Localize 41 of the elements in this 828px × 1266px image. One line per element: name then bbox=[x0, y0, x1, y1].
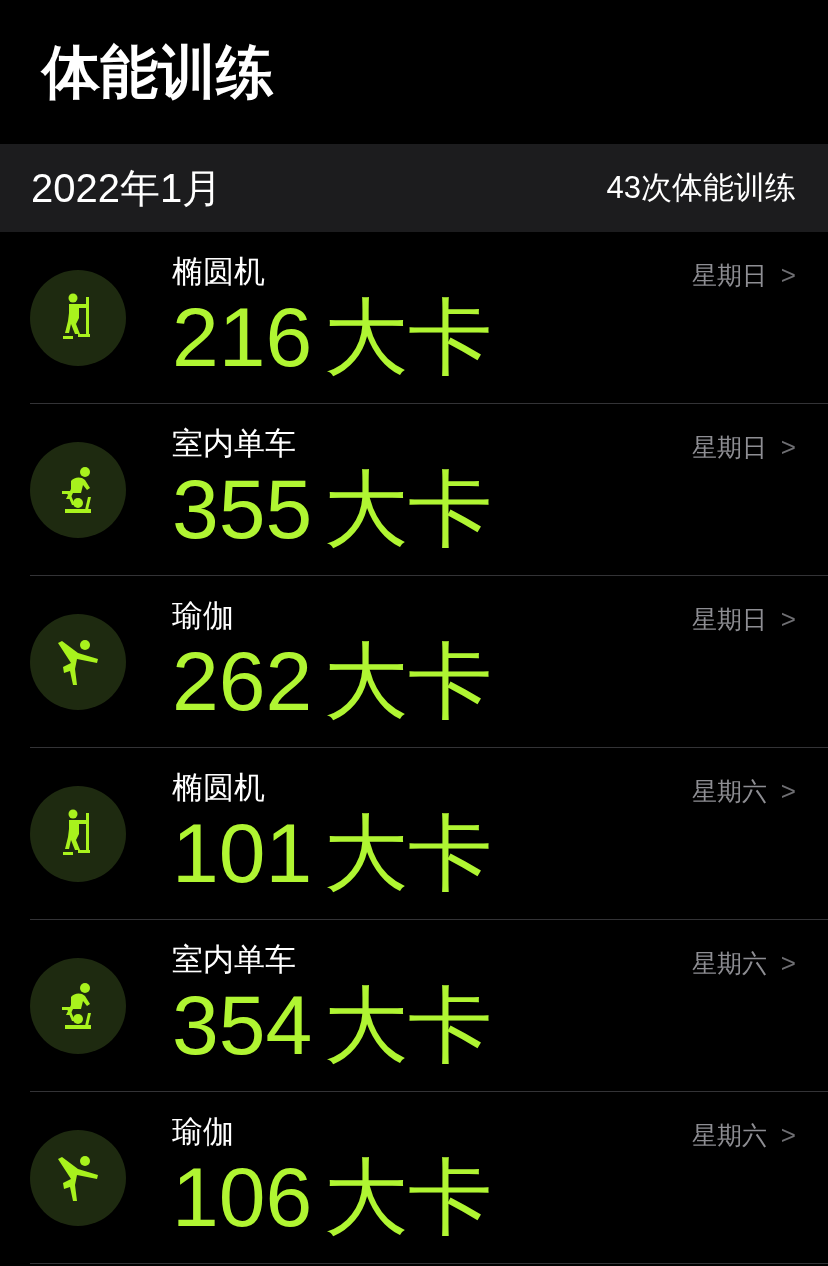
workout-row[interactable]: 瑜伽 262 大卡 星期日 > bbox=[30, 576, 828, 748]
chevron-icon: > bbox=[780, 256, 796, 295]
day-label: 星期日 bbox=[691, 603, 767, 635]
calorie-value: 355 bbox=[172, 464, 313, 554]
yoga-pose-icon bbox=[57, 1155, 99, 1201]
chevron-icon: > bbox=[780, 428, 796, 467]
calorie-unit: 大卡 bbox=[324, 292, 493, 382]
chevron-icon: > bbox=[780, 1116, 796, 1155]
workout-row[interactable]: 椭圆机 101 大卡 星期六 > bbox=[30, 748, 828, 920]
workout-name: 椭圆机 bbox=[172, 769, 266, 807]
calorie-value: 216 bbox=[172, 292, 313, 382]
chevron-icon: > bbox=[780, 600, 796, 639]
workout-name: 椭圆机 bbox=[172, 253, 266, 291]
yoga-pose-icon bbox=[57, 639, 99, 685]
workout-name: 瑜伽 bbox=[172, 1113, 235, 1151]
calorie-value: 262 bbox=[172, 636, 313, 726]
workout-row[interactable]: 室内单车 354 大卡 星期六 > bbox=[30, 920, 828, 1092]
workout-count: 43次体能训练 bbox=[606, 168, 796, 207]
day-label: 星期六 bbox=[691, 1119, 767, 1151]
workout-row[interactable]: 室内单车 355 大卡 星期日 > bbox=[30, 404, 828, 576]
calorie-unit: 大卡 bbox=[324, 636, 493, 726]
day-label: 星期六 bbox=[691, 947, 767, 979]
workout-name: 瑜伽 bbox=[172, 597, 235, 635]
calorie-unit: 大卡 bbox=[324, 980, 493, 1070]
chevron-icon: > bbox=[780, 944, 796, 983]
workout-name: 室内单车 bbox=[172, 941, 297, 979]
chevron-icon: > bbox=[780, 772, 796, 811]
day-label: 星期日 bbox=[691, 431, 767, 463]
day-label: 星期日 bbox=[691, 259, 767, 291]
workout-row[interactable]: 瑜伽 106 大卡 星期六 > bbox=[30, 1092, 828, 1264]
page-title: 体能训练 bbox=[42, 43, 274, 101]
calorie-unit: 大卡 bbox=[324, 464, 493, 554]
calorie-value: 106 bbox=[172, 1152, 313, 1242]
workout-row[interactable]: 椭圆机 216 大卡 星期日 > bbox=[30, 232, 828, 404]
calorie-value: 354 bbox=[172, 980, 313, 1070]
calorie-unit: 大卡 bbox=[324, 1152, 493, 1242]
month-label: 2022年1月 bbox=[31, 165, 223, 212]
calorie-unit: 大卡 bbox=[324, 808, 493, 898]
workout-name: 室内单车 bbox=[172, 425, 297, 463]
calorie-value: 101 bbox=[172, 808, 313, 898]
day-label: 星期六 bbox=[691, 775, 767, 807]
